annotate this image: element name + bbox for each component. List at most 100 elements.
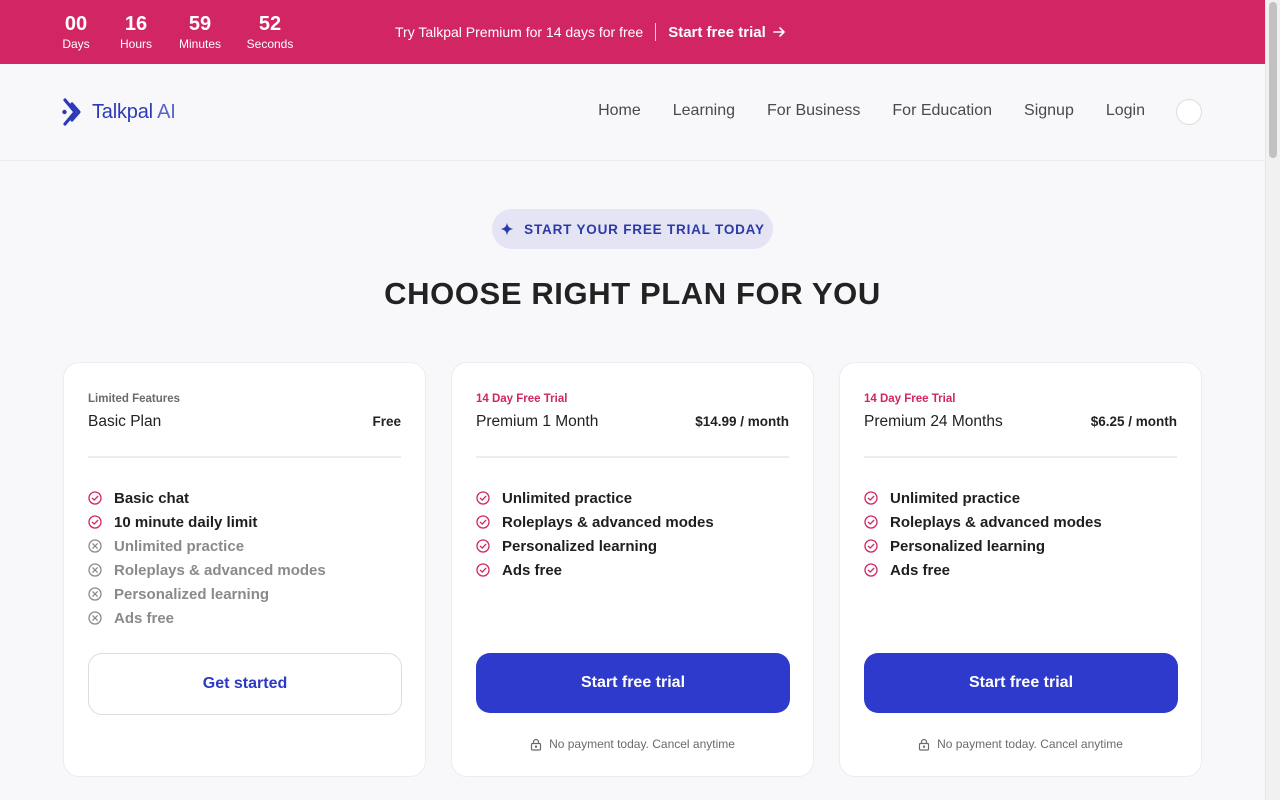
feature-item: Roleplays & advanced modes bbox=[476, 510, 789, 534]
countdown-value: 16 bbox=[124, 13, 148, 35]
countdown-label: Hours bbox=[119, 37, 152, 51]
feature-label: Roleplays & advanced modes bbox=[502, 513, 714, 531]
countdown-timer: 00 Days 16 Hours 59 Minutes 52 Seconds bbox=[48, 13, 302, 51]
feature-item: Ads free bbox=[476, 558, 789, 582]
plan-card-premium-1-month: 14 Day Free Trial Premium 1 Month $14.99… bbox=[451, 362, 814, 777]
feature-item: Personalized learning bbox=[476, 534, 789, 558]
nav-links: Home Learning For Business For Education… bbox=[598, 102, 1145, 120]
plan-price: $14.99 / month bbox=[695, 414, 789, 429]
check-circle-icon bbox=[864, 515, 878, 529]
page-scrollbar[interactable] bbox=[1265, 0, 1280, 800]
language-selector-button[interactable] bbox=[1176, 99, 1202, 125]
feature-label: Personalized learning bbox=[890, 537, 1046, 555]
payment-note-text: No payment today. Cancel anytime bbox=[937, 737, 1123, 751]
nav-link-signup[interactable]: Signup bbox=[1024, 102, 1074, 120]
promo-divider bbox=[655, 23, 657, 41]
feature-label: Personalized learning bbox=[502, 537, 658, 555]
talkpal-logo[interactable]: Talkpal AI bbox=[62, 96, 176, 128]
feature-item: Unlimited practice bbox=[476, 486, 789, 510]
countdown-hours: 16 Hours bbox=[104, 13, 168, 51]
feature-list: Basic chat 10 minute daily limit Unlimit… bbox=[88, 486, 401, 630]
feature-item: Ads free bbox=[864, 558, 1177, 582]
x-circle-icon bbox=[88, 563, 102, 577]
feature-item: Unlimited practice bbox=[864, 486, 1177, 510]
countdown-seconds: 52 Seconds bbox=[232, 13, 308, 51]
plan-name: Premium 1 Month bbox=[476, 413, 599, 430]
free-trial-badge: START YOUR FREE TRIAL TODAY bbox=[492, 209, 773, 249]
check-circle-icon bbox=[88, 491, 102, 505]
countdown-label: Seconds bbox=[246, 37, 294, 51]
card-divider bbox=[864, 456, 1177, 458]
nav-link-home[interactable]: Home bbox=[598, 102, 641, 120]
feature-label: Unlimited practice bbox=[114, 537, 245, 555]
plan-eyebrow: 14 Day Free Trial bbox=[864, 393, 956, 405]
check-circle-icon bbox=[476, 539, 490, 553]
talkpal-logo-icon bbox=[62, 98, 81, 126]
x-circle-icon bbox=[88, 587, 102, 601]
promo-start-trial-link[interactable]: Start free trial bbox=[668, 24, 786, 41]
plan-name: Premium 24 Months bbox=[864, 413, 1003, 430]
countdown-days: 00 Days bbox=[48, 13, 104, 51]
check-circle-icon bbox=[476, 515, 490, 529]
feature-item: Roleplays & advanced modes bbox=[864, 510, 1177, 534]
countdown-minutes: 59 Minutes bbox=[164, 13, 236, 51]
countdown-value: 00 bbox=[64, 13, 88, 35]
feature-label: Unlimited practice bbox=[890, 489, 1021, 507]
feature-label: Ads free bbox=[890, 561, 951, 579]
feature-label: Roleplays & advanced modes bbox=[114, 561, 326, 579]
nav-link-login[interactable]: Login bbox=[1106, 102, 1145, 120]
plan-eyebrow: Limited Features bbox=[88, 393, 181, 405]
feature-list: Unlimited practice Roleplays & advanced … bbox=[476, 486, 789, 582]
lock-icon bbox=[530, 738, 542, 751]
promo-cta-label: Start free trial bbox=[668, 23, 766, 41]
promo-text: Try Talkpal Premium for 14 days for free bbox=[395, 24, 644, 40]
feature-label: Roleplays & advanced modes bbox=[890, 513, 1102, 531]
feature-label: Ads free bbox=[502, 561, 563, 579]
plan-name: Basic Plan bbox=[88, 413, 162, 430]
payment-note: No payment today. Cancel anytime bbox=[840, 737, 1201, 751]
scrollbar-thumb[interactable] bbox=[1269, 2, 1277, 158]
get-started-button[interactable]: Get started bbox=[88, 653, 402, 715]
start-free-trial-button[interactable]: Start free trial bbox=[864, 653, 1178, 713]
top-navigation: Talkpal AI Home Learning For Business Fo… bbox=[0, 64, 1265, 161]
feature-label: 10 minute daily limit bbox=[114, 513, 258, 531]
feature-item: Personalized learning bbox=[864, 534, 1177, 558]
nav-link-learning[interactable]: Learning bbox=[673, 102, 735, 120]
promo-message: Try Talkpal Premium for 14 days for free… bbox=[395, 0, 786, 64]
check-circle-icon bbox=[864, 491, 878, 505]
nav-link-for-business[interactable]: For Business bbox=[767, 102, 860, 120]
check-circle-icon bbox=[476, 491, 490, 505]
plan-price: $6.25 / month bbox=[1090, 414, 1177, 429]
arrow-right-icon bbox=[772, 27, 785, 37]
badge-text: START YOUR FREE TRIAL TODAY bbox=[524, 221, 765, 237]
countdown-label: Minutes bbox=[178, 37, 222, 51]
x-circle-icon bbox=[88, 539, 102, 553]
feature-label: Basic chat bbox=[114, 489, 190, 507]
countdown-value: 59 bbox=[188, 13, 212, 35]
feature-item: 10 minute daily limit bbox=[88, 510, 401, 534]
check-circle-icon bbox=[864, 563, 878, 577]
lock-icon bbox=[918, 738, 930, 751]
feature-item: Roleplays & advanced modes bbox=[88, 558, 401, 582]
feature-item: Unlimited practice bbox=[88, 534, 401, 558]
check-circle-icon bbox=[864, 539, 878, 553]
start-free-trial-button[interactable]: Start free trial bbox=[476, 653, 790, 713]
card-divider bbox=[88, 456, 401, 458]
sparkle-icon bbox=[500, 222, 514, 236]
feature-list: Unlimited practice Roleplays & advanced … bbox=[864, 486, 1177, 582]
card-divider bbox=[476, 456, 789, 458]
payment-note: No payment today. Cancel anytime bbox=[452, 737, 813, 751]
feature-item: Basic chat bbox=[88, 486, 401, 510]
plan-price: Free bbox=[372, 414, 401, 429]
plan-card-premium-24-months: 14 Day Free Trial Premium 24 Months $6.2… bbox=[839, 362, 1202, 777]
feature-item: Ads free bbox=[88, 606, 401, 630]
feature-label: Personalized learning bbox=[114, 585, 270, 603]
feature-label: Ads free bbox=[114, 609, 175, 627]
plan-eyebrow: 14 Day Free Trial bbox=[476, 393, 568, 405]
promo-bar: 00 Days 16 Hours 59 Minutes 52 Seconds T… bbox=[0, 0, 1265, 64]
feature-item: Personalized learning bbox=[88, 582, 401, 606]
nav-link-for-education[interactable]: For Education bbox=[892, 102, 992, 120]
countdown-value: 52 bbox=[258, 13, 282, 35]
x-circle-icon bbox=[88, 611, 102, 625]
feature-label: Unlimited practice bbox=[502, 489, 633, 507]
